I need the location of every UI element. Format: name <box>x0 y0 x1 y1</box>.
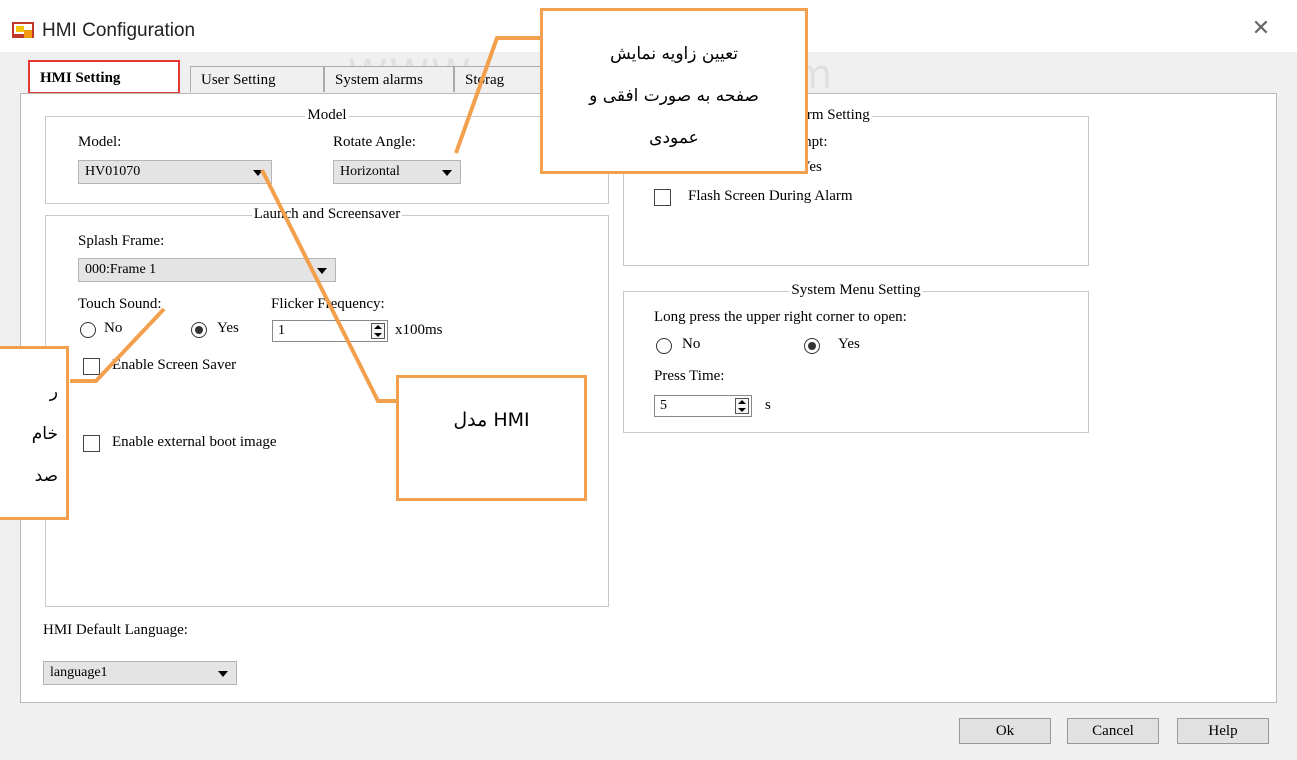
rotate-callout-line-3: عمودی <box>649 128 699 148</box>
rotate-callout-line-1: تعیین زاویه نمایش <box>609 44 739 64</box>
left-callout-line-3: صد <box>34 466 58 486</box>
rotate-angle-callout: تعیین زاویه نمایش صفحه به صورت افقی و عم… <box>540 8 808 174</box>
model-callout-text: مدل HMI <box>453 409 530 431</box>
rotate-callout-line-2: صفحه به صورت افقی و <box>589 86 759 106</box>
left-callout-line-1: ر <box>49 382 58 402</box>
hmi-model-callout: مدل HMI <box>396 375 587 501</box>
left-callout-line-2: خام <box>31 424 58 444</box>
touch-sound-callout: ر خام صد <box>0 346 69 520</box>
hmi-configuration-dialog: HMI Configuration ✕ WWWcom HMI Setting U… <box>0 0 1297 760</box>
